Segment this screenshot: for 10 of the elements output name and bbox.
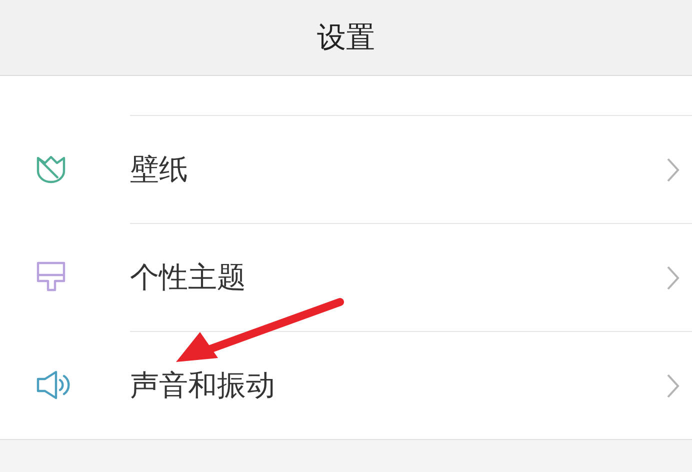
- chevron-right-icon: [666, 372, 680, 398]
- chevron-right-icon: [666, 264, 680, 290]
- tulip-icon: [36, 154, 66, 184]
- page-title: 设置: [317, 18, 375, 56]
- speaker-icon: [36, 370, 70, 400]
- settings-item[interactable]: 声音和振动: [130, 366, 666, 406]
- settings-item[interactable]: 个性主题: [130, 258, 666, 298]
- chevron-right-icon: [666, 156, 680, 182]
- settings-item[interactable]: 壁纸: [130, 150, 666, 190]
- paint-brush-icon: [36, 261, 66, 293]
